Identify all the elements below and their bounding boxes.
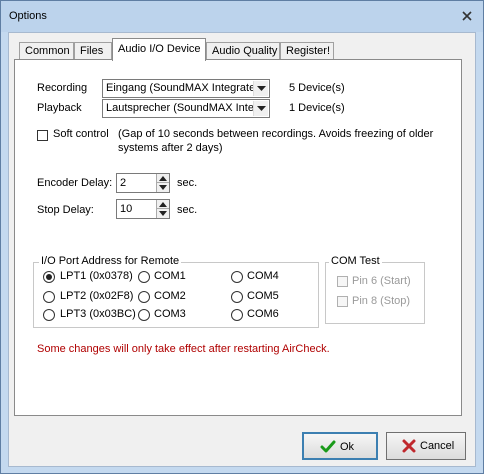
radio-com5[interactable] <box>231 291 243 303</box>
tab-register[interactable]: Register! <box>280 42 334 60</box>
spin-up-icon[interactable] <box>157 174 169 183</box>
close-icon[interactable] <box>457 7 477 25</box>
ok-button[interactable]: Ok <box>302 432 378 460</box>
chevron-down-icon[interactable] <box>253 81 268 96</box>
tab-files[interactable]: Files <box>74 42 112 60</box>
playback-device-select[interactable]: Lautsprecher (SoundMAX Integ <box>102 99 270 118</box>
spin-down-icon[interactable] <box>157 209 169 218</box>
recording-label: Recording <box>37 82 88 94</box>
encoder-delay-unit: sec. <box>177 177 198 189</box>
radio-com2-label[interactable]: COM2 <box>154 290 186 302</box>
io-port-legend: I/O Port Address for Remote <box>39 255 182 267</box>
tab-audio-quality[interactable]: Audio Quality <box>206 42 280 60</box>
tab-label: Register! <box>286 45 331 57</box>
spinner-buttons <box>156 174 169 192</box>
chevron-down-icon[interactable] <box>253 101 268 116</box>
radio-com4-label[interactable]: COM4 <box>247 270 279 282</box>
tab-label: Common <box>25 45 70 57</box>
encoder-delay-spinner[interactable]: 2 <box>116 173 170 193</box>
radio-com3[interactable] <box>138 309 150 321</box>
playback-label: Playback <box>37 102 82 114</box>
playback-device-count: 1 Device(s) <box>289 102 345 114</box>
pin8-label: Pin 8 (Stop) <box>352 295 411 307</box>
title-bar[interactable]: Options <box>1 1 483 32</box>
radio-com4[interactable] <box>231 271 243 283</box>
spin-up-icon[interactable] <box>157 200 169 209</box>
pin6-label: Pin 6 (Start) <box>352 275 411 287</box>
x-cross-icon <box>401 438 417 457</box>
pin6-checkbox <box>337 276 348 287</box>
stop-delay-unit: sec. <box>177 204 198 216</box>
spinner-buttons <box>156 200 169 218</box>
radio-lpt3-label[interactable]: LPT3 (0x03BC) <box>60 308 136 320</box>
radio-com6-label[interactable]: COM6 <box>247 308 279 320</box>
radio-selected-dot <box>46 274 52 280</box>
com-test-group <box>325 262 425 324</box>
spin-down-icon[interactable] <box>157 183 169 192</box>
tab-label: Audio I/O Device <box>118 43 201 55</box>
soft-control-description-line2: systems after 2 days) <box>118 142 223 154</box>
ok-button-label: Ok <box>340 441 355 453</box>
radio-com3-label[interactable]: COM3 <box>154 308 186 320</box>
tab-label: Audio Quality <box>212 45 278 57</box>
recording-device-count: 5 Device(s) <box>289 82 345 94</box>
radio-com6[interactable] <box>231 309 243 321</box>
tab-audio-io-device[interactable]: Audio I/O Device <box>112 38 206 61</box>
playback-device-value: Lautsprecher (SoundMAX Integ <box>106 102 256 114</box>
restart-notice: Some changes will only take effect after… <box>37 343 330 355</box>
radio-com1[interactable] <box>138 271 150 283</box>
cancel-button[interactable]: Cancel <box>386 432 466 460</box>
window-title: Options <box>9 10 47 22</box>
com-test-legend: COM Test <box>329 255 382 267</box>
radio-lpt2-label[interactable]: LPT2 (0x02F8) <box>60 290 133 302</box>
radio-lpt2[interactable] <box>43 291 55 303</box>
radio-lpt3[interactable] <box>43 309 55 321</box>
tab-label: Files <box>80 45 104 57</box>
radio-lpt1[interactable] <box>43 271 55 283</box>
recording-device-value: Eingang (SoundMAX Integrated <box>106 82 256 94</box>
cancel-button-label: Cancel <box>420 440 455 452</box>
radio-com2[interactable] <box>138 291 150 303</box>
soft-control-checkbox[interactable] <box>37 130 48 141</box>
stop-delay-value[interactable]: 10 <box>120 203 132 215</box>
pin8-checkbox <box>337 296 348 307</box>
radio-com1-label[interactable]: COM1 <box>154 270 186 282</box>
encoder-delay-value[interactable]: 2 <box>120 177 126 189</box>
radio-com5-label[interactable]: COM5 <box>247 290 279 302</box>
soft-control-description-line1: (Gap of 10 seconds between recordings. A… <box>118 128 434 140</box>
soft-control-label[interactable]: Soft control <box>53 128 109 140</box>
stop-delay-spinner[interactable]: 10 <box>116 199 170 219</box>
checkmark-icon <box>320 439 336 458</box>
stop-delay-label: Stop Delay: <box>37 204 94 216</box>
radio-lpt1-label[interactable]: LPT1 (0x0378) <box>60 270 133 282</box>
tab-common[interactable]: Common <box>19 42 74 60</box>
encoder-delay-label: Encoder Delay: <box>37 177 113 189</box>
recording-device-select[interactable]: Eingang (SoundMAX Integrated <box>102 79 270 98</box>
